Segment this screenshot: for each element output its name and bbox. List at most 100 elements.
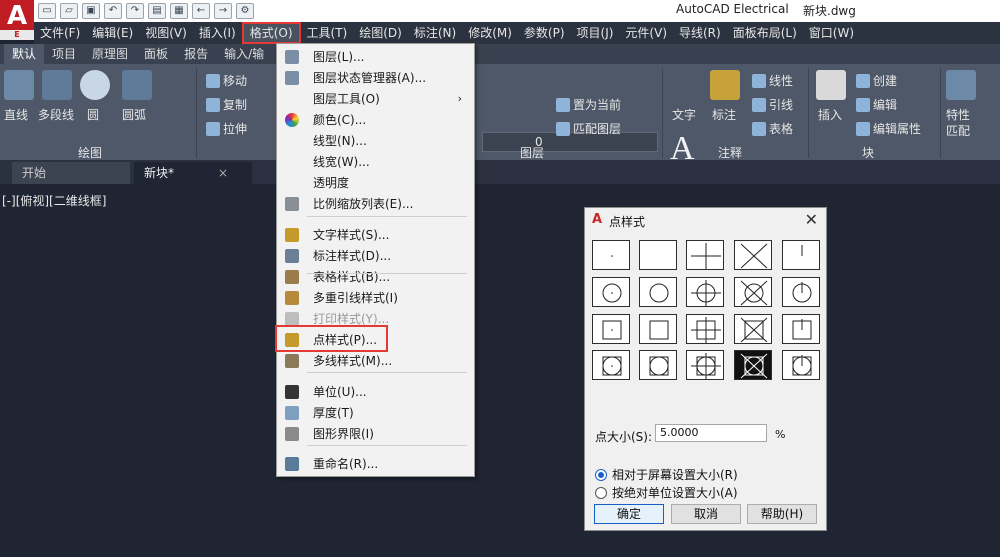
match-layer-tool[interactable]: 匹配图层 [556, 120, 621, 137]
arc-icon[interactable] [122, 70, 152, 100]
menu-item-5[interactable]: 工具(T) [301, 22, 354, 44]
format-menu-item-5[interactable]: 线宽(W)... [277, 152, 474, 172]
menu-item-4[interactable]: 格式(O) [241, 22, 301, 44]
close-icon[interactable]: ✕ [805, 210, 818, 229]
ribbon-tab-0[interactable]: 默认 [4, 44, 45, 64]
point-style-option-10[interactable] [592, 314, 630, 344]
point-style-option-19[interactable] [782, 350, 820, 380]
plot-icon[interactable]: ▦ [170, 3, 188, 19]
set-current-layer-tool[interactable]: 置为当前 [556, 96, 621, 113]
menu-item-13[interactable]: 面板布局(L) [727, 22, 803, 44]
viewport-controls[interactable]: [-][俯视][二维线框] [2, 192, 106, 209]
menu-item-2[interactable]: 视图(V) [139, 22, 193, 44]
ribbon-tab-1[interactable]: 项目 [44, 44, 84, 64]
annotation-panel-label[interactable]: 注释 [718, 144, 742, 161]
format-menu-item-9[interactable]: 标注样式(D)... [277, 246, 474, 266]
point-style-option-5[interactable] [592, 277, 630, 307]
tab-start[interactable]: 开始 [12, 162, 130, 184]
point-style-option-14[interactable] [782, 314, 820, 344]
menu-item-11[interactable]: 元件(V) [619, 22, 673, 44]
edit-block-tool[interactable]: 编辑 [856, 96, 897, 113]
radio-relative-size[interactable]: 相对于屏幕设置大小(R) [595, 466, 738, 483]
draw-panel-label[interactable]: 绘图 [78, 144, 102, 161]
point-style-option-13[interactable] [734, 314, 772, 344]
radio-relative-dot[interactable] [595, 468, 607, 481]
close-tab-icon[interactable]: × [218, 166, 228, 180]
menu-item-14[interactable]: 窗口(W) [803, 22, 860, 44]
menu-item-7[interactable]: 标注(N) [408, 22, 462, 44]
format-menu-item-3[interactable]: 颜色(C)... [277, 110, 474, 130]
table-tool[interactable]: 表格 [752, 120, 793, 137]
point-style-option-1[interactable] [639, 240, 677, 270]
format-menu-item-11[interactable]: 多重引线样式(I) [277, 288, 474, 308]
dimension-icon[interactable] [710, 70, 740, 100]
format-menu-item-16[interactable]: 厚度(T) [277, 403, 474, 423]
app-logo-button[interactable]: A E [0, 0, 34, 40]
point-style-option-8[interactable] [734, 277, 772, 307]
stretch-tool[interactable]: 拉伸 [206, 120, 247, 137]
menu-item-9[interactable]: 参数(P) [518, 22, 571, 44]
format-menu-item-4[interactable]: 线型(N)... [277, 131, 474, 151]
radio-absolute-size[interactable]: 按绝对单位设置大小(A) [595, 484, 738, 501]
point-style-option-11[interactable] [639, 314, 677, 344]
open-icon[interactable]: ▱ [60, 3, 78, 19]
edit-attr-tool[interactable]: 编辑属性 [856, 120, 921, 137]
format-menu-item-7[interactable]: 比例缩放列表(E)... [277, 194, 474, 214]
point-style-option-15[interactable] [592, 350, 630, 380]
line-tool-label[interactable]: 直线 [4, 106, 28, 123]
new-icon[interactable]: ▭ [38, 3, 56, 19]
radio-absolute-dot[interactable] [595, 486, 607, 499]
point-style-option-9[interactable] [782, 277, 820, 307]
move-tool[interactable]: 移动 [206, 72, 247, 89]
point-style-option-18[interactable] [734, 350, 772, 380]
forward-icon[interactable]: → [214, 3, 232, 19]
point-size-input[interactable]: 5.0000 [655, 424, 767, 442]
format-menu-item-6[interactable]: 透明度 [277, 173, 474, 193]
format-menu-item-17[interactable]: 图形界限(I) [277, 424, 474, 444]
cancel-button[interactable]: 取消 [671, 504, 741, 524]
menu-item-8[interactable]: 修改(M) [462, 22, 518, 44]
polyline-tool-label[interactable]: 多段线 [38, 106, 74, 123]
ribbon-tab-2[interactable]: 原理图 [84, 44, 136, 64]
point-style-option-12[interactable] [686, 314, 724, 344]
tab-new-block[interactable]: 新块* × [134, 162, 252, 184]
layer-panel-label[interactable]: 图层 [520, 144, 544, 161]
ribbon-tab-4[interactable]: 报告 [176, 44, 216, 64]
undo-icon[interactable]: ↶ [104, 3, 122, 19]
point-style-option-6[interactable] [639, 277, 677, 307]
insert-block-icon[interactable] [816, 70, 846, 100]
copy-tool[interactable]: 复制 [206, 96, 247, 113]
print-icon[interactable]: ▤ [148, 3, 166, 19]
format-menu-item-1[interactable]: 图层状态管理器(A)... [277, 68, 474, 88]
leader-tool[interactable]: 引线 [752, 96, 793, 113]
menu-item-10[interactable]: 项目(J) [571, 22, 620, 44]
point-style-option-0[interactable] [592, 240, 630, 270]
help-button[interactable]: 帮助(H) [747, 504, 817, 524]
ribbon-tab-3[interactable]: 面板 [136, 44, 176, 64]
format-menu-item-8[interactable]: 文字样式(S)... [277, 225, 474, 245]
line-icon[interactable] [4, 70, 34, 100]
dimension-tool-label[interactable]: 标注 [712, 106, 736, 123]
circle-tool-label[interactable]: 圆 [87, 106, 99, 123]
menu-item-3[interactable]: 插入(I) [193, 22, 242, 44]
linear-tool[interactable]: 线性 [752, 72, 793, 89]
point-style-option-16[interactable] [639, 350, 677, 380]
format-menu-item-0[interactable]: 图层(L)... [277, 47, 474, 67]
workspace-icon[interactable]: ⚙ [236, 3, 254, 19]
format-menu-item-2[interactable]: 图层工具(O) › [277, 89, 474, 109]
point-style-option-4[interactable] [782, 240, 820, 270]
point-style-option-7[interactable] [686, 277, 724, 307]
save-icon[interactable]: ▣ [82, 3, 100, 19]
format-menu-item-14[interactable]: 多线样式(M)... [277, 351, 474, 371]
ok-button[interactable]: 确定 [594, 504, 664, 524]
format-menu-item-10[interactable]: 表格样式(B)... [277, 267, 474, 287]
format-menu-item-18[interactable]: 重命名(R)... [277, 454, 474, 474]
circle-icon[interactable] [80, 70, 110, 100]
point-style-option-2[interactable] [686, 240, 724, 270]
menu-item-12[interactable]: 导线(R) [673, 22, 727, 44]
polyline-icon[interactable] [42, 70, 72, 100]
ribbon-tab-5[interactable]: 输入/输 [216, 44, 272, 64]
match-props-label[interactable]: 匹配 [946, 122, 970, 139]
text-tool-label[interactable]: 文字 [672, 106, 696, 123]
create-block-tool[interactable]: 创建 [856, 72, 897, 89]
